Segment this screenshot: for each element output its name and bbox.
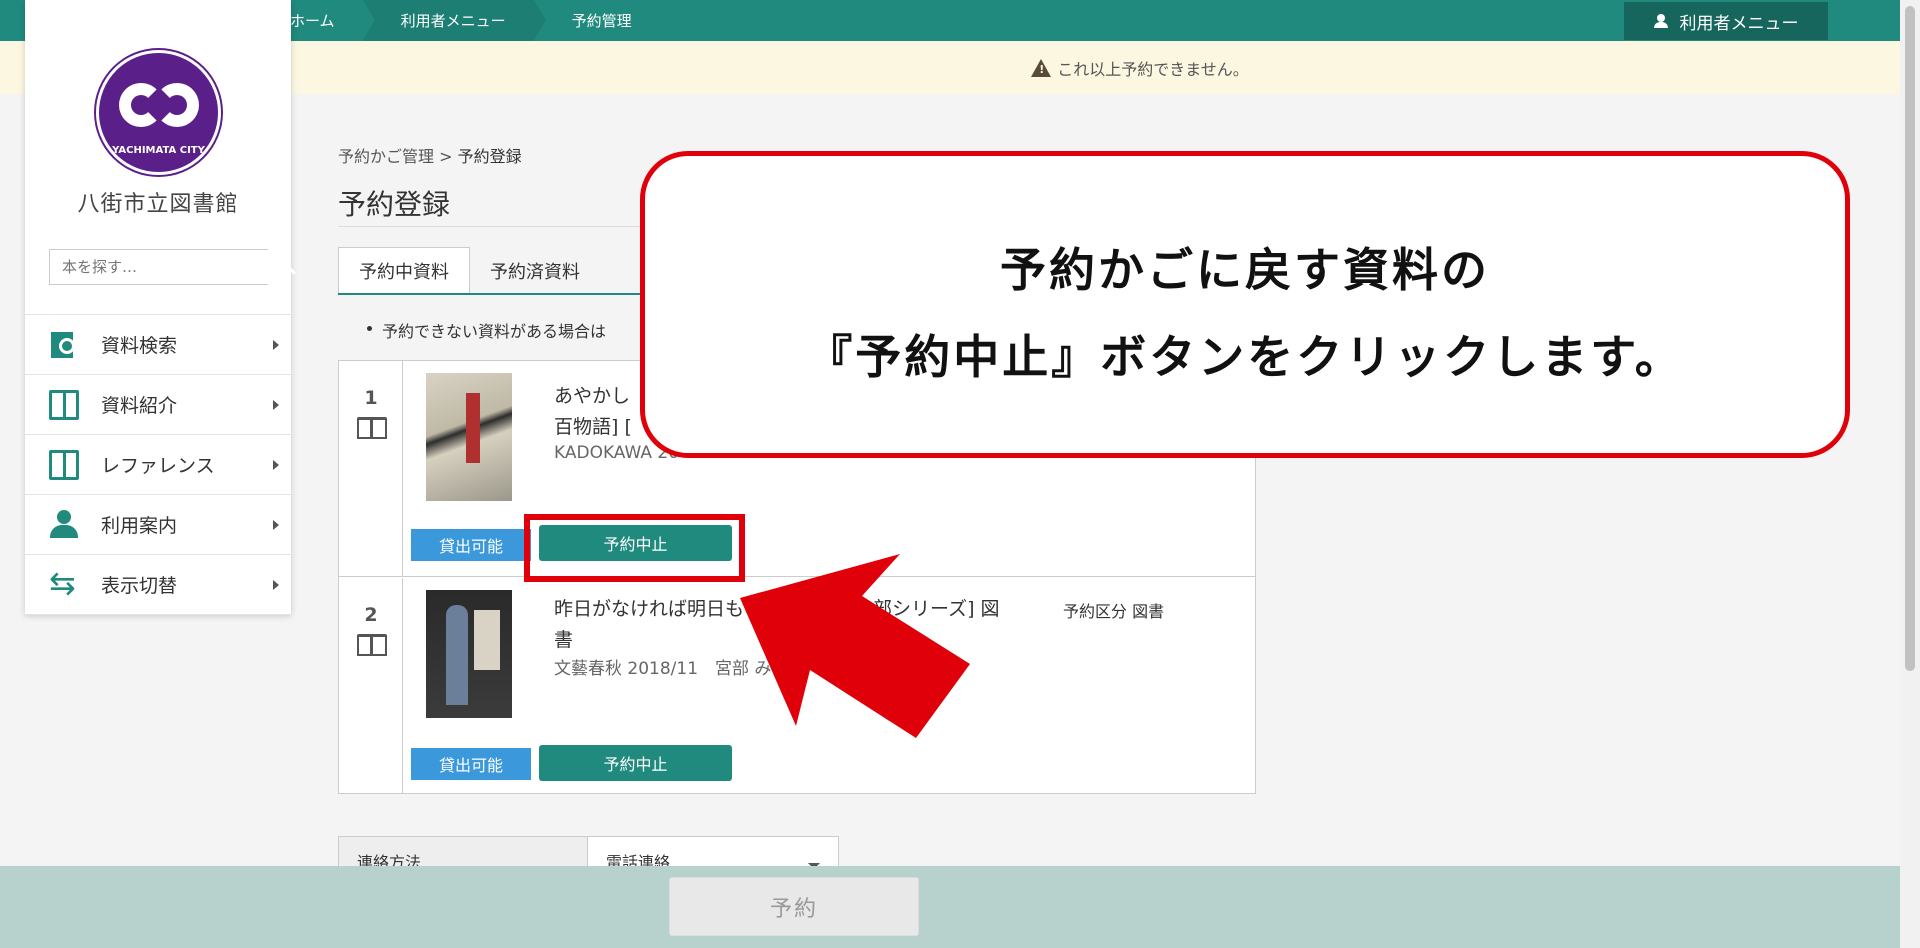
book-cover[interactable] [426,590,512,718]
cancel-reservation-button[interactable]: 予約中止 [539,745,732,781]
nav-breadcrumb: ホーム 利用者メニュー 予約管理 [194,0,660,41]
breadcrumb-parent[interactable]: 予約かご管理 [338,147,434,166]
warning-text: これ以上予約できません。 [1057,59,1249,79]
user-menu-label: 利用者メニュー [1679,13,1799,34]
library-name: 八街市立図書館 [77,192,239,217]
book-publisher: 文藝春秋 2018/11 宮部 み [554,659,772,679]
item-number: 1 [364,387,378,409]
search-icon [279,259,291,271]
sidebar-item-label: 資料検索 [101,335,178,357]
logo-text: YACHIMATA CITY [112,145,205,156]
book-icon [357,417,387,439]
chevron-right-icon [273,400,279,410]
pointer-arrow-icon [740,554,970,738]
user-menu-button[interactable]: 利用者メニュー [1624,2,1828,40]
book-search-icon [49,330,79,360]
sidebar-item-label: レファレンス [101,455,215,477]
chevron-right-icon [273,520,279,530]
sidebar-item-label: 資料紹介 [101,395,178,417]
contact-method-row: 連絡方法 電話連絡 [338,836,839,872]
warning-icon [1031,58,1052,77]
item-number: 2 [364,604,378,626]
chevron-right-icon [273,580,279,590]
nav-crumb-reservation[interactable]: 予約管理 [533,0,660,41]
city-logo[interactable]: YACHIMATA CITY [96,50,221,175]
item-number-cell: 1 [339,361,403,576]
open-book-icon [49,449,79,480]
tab-reserved[interactable]: 予約済資料 [470,247,600,294]
search-box [49,249,291,285]
open-book-icon [49,389,79,420]
chevron-right-icon [273,460,279,470]
callout-line-2: 『予約中止』ボタンをクリックします。 [806,330,1684,384]
contact-method-select[interactable]: 電話連絡 [588,837,838,872]
notice-text: 予約できない資料がある場合は [366,318,606,342]
breadcrumb-separator: > [439,147,453,166]
logo-mark-icon [119,83,199,131]
nav-crumb-user-menu[interactable]: 利用者メニュー [362,0,534,41]
sidebar-item-search[interactable]: 資料検索 [25,315,291,375]
sidebar-item-reference[interactable]: レファレンス [25,435,291,495]
highlight-box [524,514,745,582]
page-title: 予約登録 [338,188,451,221]
sidebar-item-introduction[interactable]: 資料紹介 [25,375,291,435]
user-icon [49,509,79,540]
status-badge: 貸出可能 [411,529,531,561]
person-icon [1653,14,1668,28]
tab-bar: 予約中資料 予約済資料 [338,247,600,294]
reservation-kind: 予約区分 図書 [1063,602,1165,621]
sidebar-menu: 資料検索 資料紹介 レファレンス 利用案内 表示切替 [25,314,291,615]
reserve-button[interactable]: 予約 [669,877,919,936]
sidebar-item-guide[interactable]: 利用案内 [25,495,291,555]
book-cover[interactable] [426,373,512,501]
chevron-right-icon [273,340,279,350]
breadcrumb: 予約かご管理 > 予約登録 [338,143,522,167]
tab-reserving[interactable]: 予約中資料 [338,247,470,294]
search-input[interactable] [49,249,268,285]
sidebar-item-display[interactable]: 表示切替 [25,555,291,615]
swap-icon [49,564,79,602]
item-number-cell: 2 [339,578,403,794]
footer-bar [0,866,1900,948]
book-icon [357,634,387,656]
sidebar-item-label: 表示切替 [101,575,178,597]
sidebar: YACHIMATA CITY 八街市立図書館 資料検索 資料紹介 レファレンス … [25,0,291,615]
sidebar-item-label: 利用案内 [101,515,178,537]
status-badge: 貸出可能 [411,748,531,780]
breadcrumb-current: 予約登録 [457,147,522,166]
instruction-callout: 予約かごに戻す資料の 『予約中止』ボタンをクリックします。 [640,151,1850,458]
scrollbar-thumb[interactable] [1905,6,1915,671]
book-title-line: 昨日がなければ明日もな [554,598,764,620]
callout-line-1: 予約かごに戻す資料の [1000,243,1490,297]
contact-method-label: 連絡方法 [339,837,588,872]
